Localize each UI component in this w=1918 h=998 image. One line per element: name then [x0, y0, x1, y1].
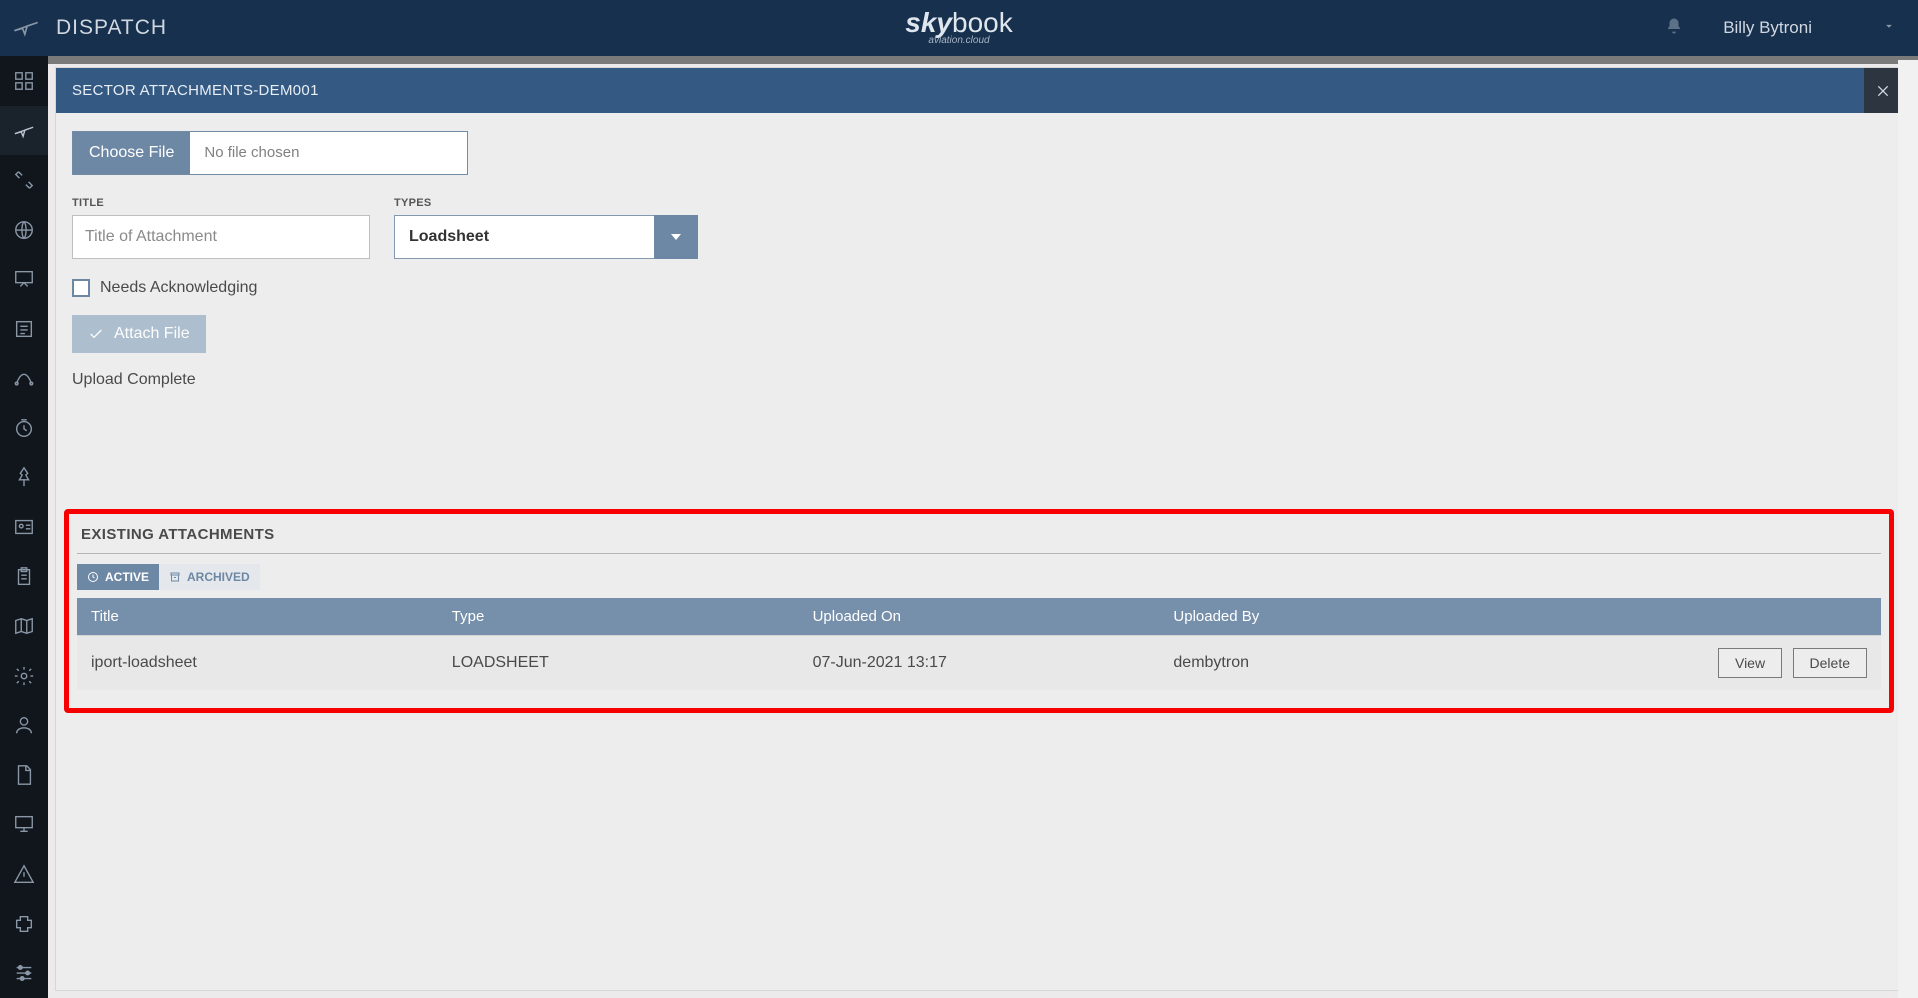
- title-field-label: TITLE: [72, 197, 370, 209]
- sidebar-item-tools[interactable]: [0, 155, 48, 205]
- vertical-scrollbar[interactable]: [1898, 60, 1918, 998]
- top-bar-right: Billy Bytroni: [1665, 17, 1918, 40]
- sidebar-item-clock[interactable]: [0, 403, 48, 453]
- table-row: iport-loadsheet LOADSHEET 07-Jun-2021 13…: [77, 636, 1881, 691]
- types-select-value: Loadsheet: [394, 215, 654, 259]
- close-icon: [1875, 83, 1891, 99]
- cell-uploaded-on: 07-Jun-2021 13:17: [799, 636, 1160, 691]
- tab-active[interactable]: ACTIVE: [77, 564, 159, 590]
- background-shade: [48, 56, 1918, 64]
- col-actions: [1520, 598, 1881, 636]
- sidebar-item-pin[interactable]: [0, 453, 48, 503]
- cell-actions: View Delete: [1520, 636, 1881, 691]
- col-title: Title: [77, 598, 438, 636]
- sidebar-item-presentation[interactable]: [0, 254, 48, 304]
- sidebar-item-monitor[interactable]: [0, 800, 48, 850]
- delete-button[interactable]: Delete: [1793, 648, 1867, 678]
- needs-ack-checkbox[interactable]: [72, 279, 90, 297]
- types-field-block: TYPES Loadsheet: [394, 197, 698, 259]
- cell-uploaded-by: dembytron: [1159, 636, 1520, 691]
- existing-attachments-title: EXISTING ATTACHMENTS: [77, 522, 1881, 553]
- view-button[interactable]: View: [1718, 648, 1782, 678]
- sidebar-item-puzzle[interactable]: [0, 899, 48, 949]
- col-type: Type: [438, 598, 799, 636]
- archive-icon: [169, 571, 181, 583]
- needs-ack-row: Needs Acknowledging: [72, 279, 1886, 297]
- sector-attachments-modal: SECTOR ATTACHMENTS - DEM001 Choose File …: [56, 68, 1902, 990]
- user-name: Billy Bytroni: [1723, 18, 1812, 38]
- types-select-caret[interactable]: [654, 215, 698, 259]
- sidebar-item-globe[interactable]: [0, 205, 48, 255]
- attachments-table-body: iport-loadsheet LOADSHEET 07-Jun-2021 13…: [77, 636, 1881, 691]
- sidebar-item-list[interactable]: [0, 304, 48, 354]
- attachments-table-head: Title Type Uploaded On Uploaded By: [77, 598, 1881, 636]
- needs-ack-label: Needs Acknowledging: [100, 279, 257, 297]
- sidebar-item-idcard[interactable]: [0, 502, 48, 552]
- page-title: DISPATCH: [56, 16, 167, 40]
- sidebar-item-grid[interactable]: [0, 56, 48, 106]
- check-icon: [88, 326, 104, 342]
- existing-attachments-section: EXISTING ATTACHMENTS ACTIVE ARCHIVED Tit…: [64, 509, 1894, 713]
- sidebar-item-map[interactable]: [0, 601, 48, 651]
- attach-file-label: Attach File: [114, 325, 190, 343]
- tab-active-label: ACTIVE: [105, 570, 149, 584]
- choose-file-button[interactable]: Choose File: [73, 132, 190, 174]
- top-bar-left: DISPATCH: [0, 12, 167, 45]
- modal-header: SECTOR ATTACHMENTS - DEM001: [56, 68, 1902, 113]
- tab-archived[interactable]: ARCHIVED: [159, 564, 260, 590]
- title-field-block: TITLE: [72, 197, 370, 259]
- col-uploaded-on: Uploaded On: [799, 598, 1160, 636]
- field-row: TITLE TYPES Loadsheet: [72, 197, 1886, 259]
- col-uploaded-by: Uploaded By: [1159, 598, 1520, 636]
- sidebar-item-clipboard[interactable]: [0, 552, 48, 602]
- sidebar-item-sliders[interactable]: [0, 948, 48, 998]
- modal-title-prefix: SECTOR ATTACHMENTS: [72, 82, 253, 99]
- section-divider: [77, 553, 1881, 554]
- file-chooser: Choose File No file chosen: [72, 131, 468, 175]
- tab-archived-label: ARCHIVED: [187, 570, 250, 584]
- brand-name: skybook: [905, 10, 1012, 36]
- attach-file-button[interactable]: Attach File: [72, 315, 206, 353]
- sidebar-item-file[interactable]: [0, 750, 48, 800]
- brand: skybook aviation.cloud: [905, 10, 1012, 45]
- modal-title-id: DEM001: [259, 82, 319, 99]
- title-input[interactable]: [72, 215, 370, 259]
- user-menu[interactable]: Billy Bytroni: [1723, 18, 1896, 38]
- sidebar-item-route[interactable]: [0, 353, 48, 403]
- types-select[interactable]: Loadsheet: [394, 215, 698, 259]
- sidebar-item-warning[interactable]: [0, 849, 48, 899]
- bell-icon[interactable]: [1665, 17, 1683, 40]
- clock-icon: [87, 571, 99, 583]
- plane-icon: [12, 12, 40, 45]
- chosen-file-text: No file chosen: [190, 132, 467, 174]
- attachments-table: Title Type Uploaded On Uploaded By iport…: [77, 598, 1881, 690]
- sidebar-item-dispatch[interactable]: [0, 106, 48, 156]
- caret-down-icon: [671, 234, 681, 240]
- close-modal-button[interactable]: [1864, 68, 1902, 113]
- sidebar-item-settings[interactable]: [0, 651, 48, 701]
- upload-status-text: Upload Complete: [72, 371, 1886, 389]
- modal-body: Choose File No file chosen TITLE TYPES L…: [56, 113, 1902, 729]
- left-sidebar: [0, 56, 48, 998]
- chevron-down-icon: [1882, 18, 1896, 38]
- types-field-label: TYPES: [394, 197, 698, 209]
- top-bar: DISPATCH skybook aviation.cloud Billy By…: [0, 0, 1918, 56]
- attachment-tabs: ACTIVE ARCHIVED: [77, 564, 1881, 590]
- cell-title: iport-loadsheet: [77, 636, 438, 691]
- sidebar-item-user[interactable]: [0, 701, 48, 751]
- brand-subtitle: aviation.cloud: [928, 35, 989, 46]
- cell-type: LOADSHEET: [438, 636, 799, 691]
